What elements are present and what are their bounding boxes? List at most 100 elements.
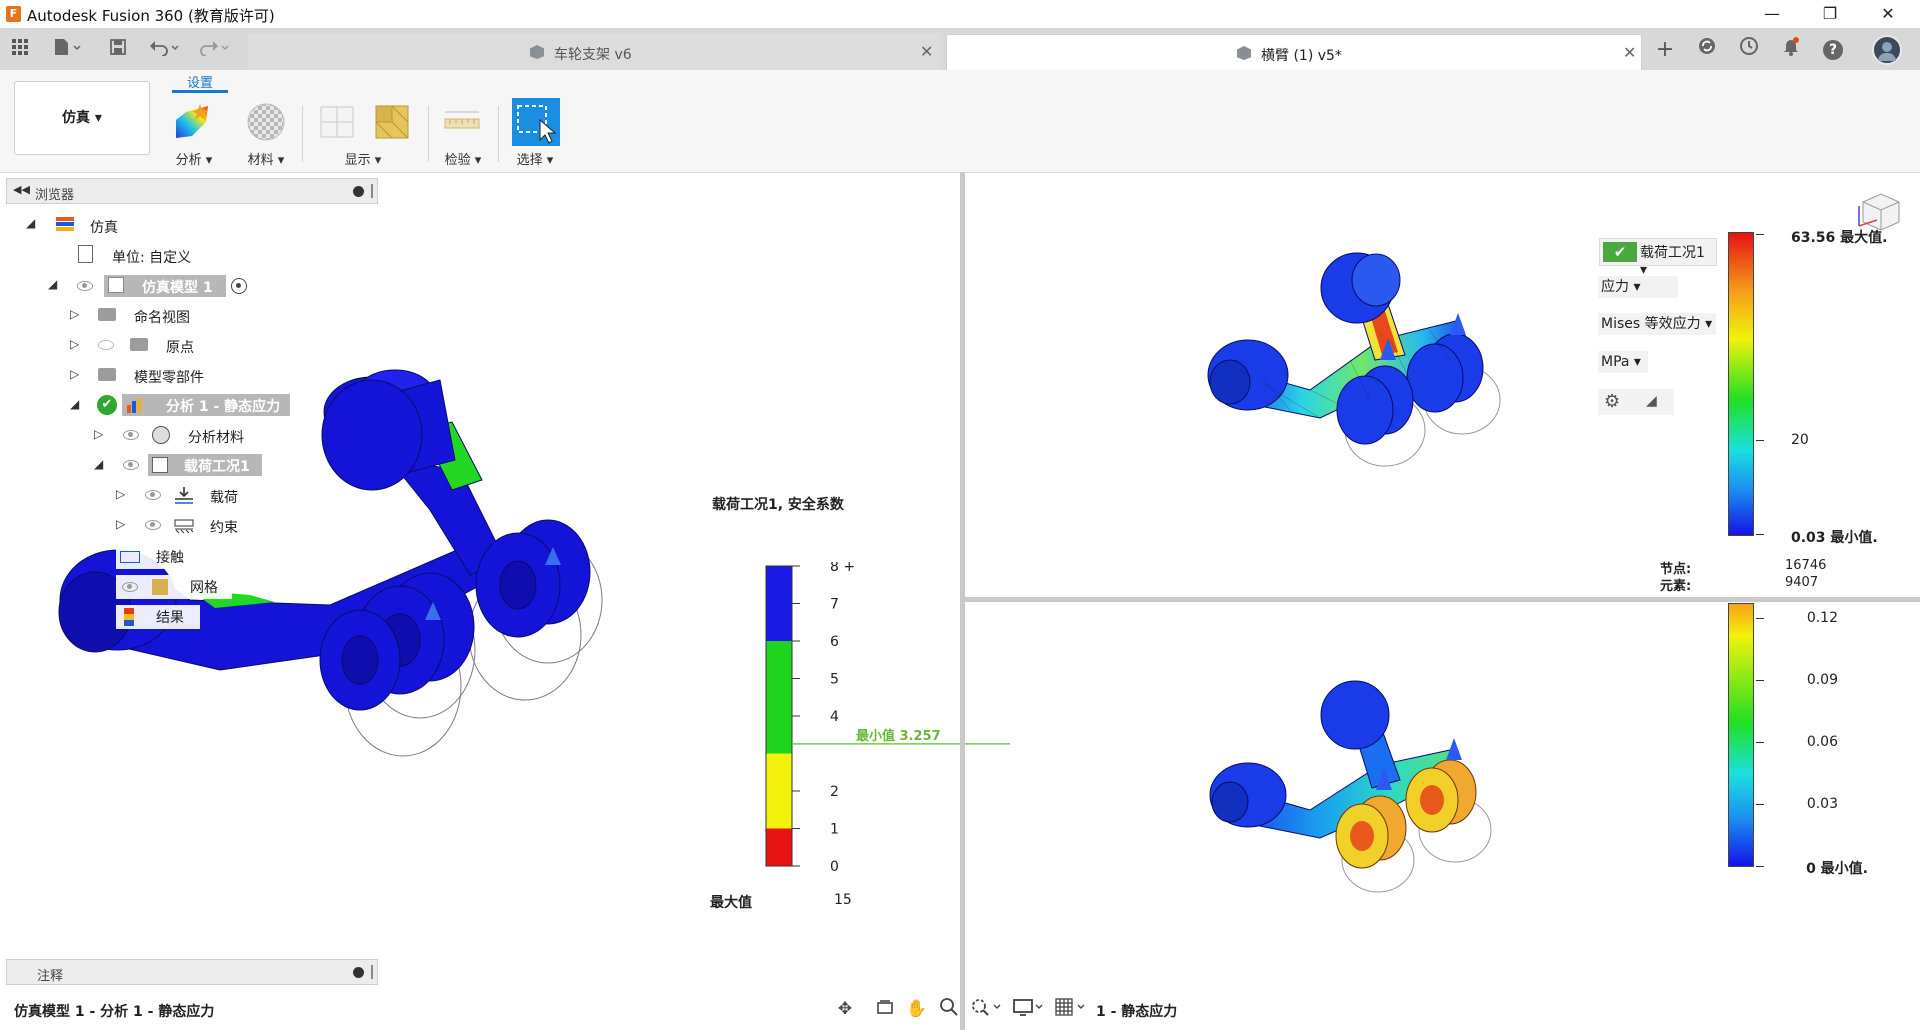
browser-pin-icon[interactable] (371, 184, 373, 198)
tree-item-study-materials[interactable]: 分析材料 (182, 426, 250, 448)
new-study-icon[interactable] (172, 102, 210, 140)
tree-item-simulation[interactable]: 仿真 (84, 216, 124, 238)
tree-item-contacts: 接触 (156, 550, 184, 566)
pan-hand-icon[interactable]: ✋ (904, 997, 930, 1021)
tree-item-constraints[interactable]: 约束 (204, 516, 244, 538)
restore-button[interactable]: ❐ (1808, 2, 1852, 26)
expand-toggle-icon[interactable]: ◢ (26, 216, 35, 230)
display-fold-icon[interactable] (372, 102, 410, 140)
stress-model-view[interactable] (1200, 240, 1530, 470)
legend-settings-gear-icon[interactable]: ⚙ (1604, 391, 1620, 412)
browser-minus-icon[interactable] (353, 186, 364, 197)
analysis-menu[interactable]: 分析 ▾ (172, 149, 216, 168)
visibility-eye-icon[interactable] (123, 460, 139, 470)
displacement-model-view[interactable] (1200, 670, 1530, 900)
tab-wheel-bracket[interactable]: 车轮支架 v6 ✕ (248, 34, 940, 70)
help-icon[interactable]: ? (1818, 36, 1848, 64)
title-bar (0, 0, 1920, 28)
tab-control-arm[interactable]: 横臂 (1) v5* ✕ (946, 34, 1642, 70)
orbit-icon[interactable]: ✥ (832, 997, 858, 1021)
visibility-eye-icon[interactable] (122, 582, 138, 592)
activate-radio-icon[interactable] (231, 278, 247, 294)
tree-item-sim-model[interactable]: 仿真模型 1 (104, 275, 226, 297)
display-layout-icon[interactable] (318, 102, 356, 140)
notes-pin-icon[interactable] (371, 965, 373, 979)
tree-item-origin[interactable]: 原点 (160, 336, 200, 358)
folder-icon (98, 368, 116, 381)
expand-toggle-icon[interactable]: ◢ (70, 397, 79, 411)
data-panel-grid-icon[interactable] (8, 38, 32, 60)
expand-toggle-icon[interactable]: ▷ (116, 517, 125, 531)
display-settings-icon[interactable] (1010, 997, 1046, 1021)
job-status-icon[interactable] (1734, 36, 1764, 64)
tree-item-analysis[interactable]: 分析 1 - 静态应力 (122, 394, 290, 416)
tab-setup[interactable]: 设置 (172, 72, 228, 93)
sim-model-icon (108, 277, 124, 293)
tree-item-loads[interactable]: 载荷 (204, 486, 244, 508)
result-component-dropdown[interactable]: Mises 等效应力 ▾ (1598, 313, 1716, 335)
expand-toggle-icon[interactable]: ▷ (116, 487, 125, 501)
close-window-button[interactable]: ✕ (1866, 2, 1910, 26)
expand-toggle-icon[interactable]: ▷ (70, 367, 79, 381)
tree-item-contacts-row[interactable]: 接触 (116, 545, 200, 569)
notes-plus-icon[interactable] (353, 967, 364, 978)
expand-toggle-icon[interactable]: ▷ (94, 427, 103, 441)
tree-item-load-case[interactable]: 载荷工况1 (148, 454, 262, 476)
grid-settings-icon[interactable] (1052, 997, 1088, 1021)
tree-item-mesh-row[interactable]: 网格 (116, 575, 232, 599)
redo-icon[interactable] (196, 38, 234, 60)
fit-zoom-icon[interactable] (968, 997, 1004, 1021)
visibility-eye-icon[interactable] (77, 281, 93, 291)
minimize-button[interactable]: — (1750, 2, 1794, 26)
load-case-dropdown[interactable]: ✔ 载荷工况1 ▾ (1599, 238, 1717, 278)
visibility-eye-icon[interactable] (145, 520, 161, 530)
expand-toggle-icon[interactable]: ▷ (70, 337, 79, 351)
legend-band-1 (766, 641, 792, 754)
legend-band-2 (766, 753, 792, 829)
expand-toggle-icon[interactable]: ◢ (94, 457, 103, 471)
materials-menu[interactable]: 材料 ▾ (244, 149, 288, 168)
extensions-icon[interactable] (1692, 36, 1722, 64)
select-menu[interactable]: 选择 ▾ (512, 149, 558, 168)
user-avatar[interactable] (1872, 35, 1902, 65)
legend-tick-label: 1 (830, 822, 839, 838)
save-icon[interactable] (106, 38, 130, 60)
close-tab-icon[interactable]: ✕ (920, 42, 933, 61)
materials-icon[interactable] (246, 102, 285, 141)
file-menu-icon[interactable] (48, 38, 86, 60)
measure-icon[interactable] (442, 102, 480, 140)
look-at-icon[interactable] (872, 997, 898, 1021)
visibility-eye-icon[interactable] (145, 490, 161, 500)
undo-icon[interactable] (146, 38, 184, 60)
zoom-icon[interactable] (936, 997, 962, 1021)
tree-item-model-components[interactable]: 模型零部件 (128, 366, 210, 388)
tree-item-results-row[interactable]: 结果 (116, 605, 200, 629)
unit-dropdown[interactable]: MPa ▾ (1598, 351, 1648, 373)
workspace-switcher-button[interactable]: 仿真 ▾ (14, 81, 150, 155)
select-icon[interactable] (512, 98, 560, 146)
result-type-dropdown[interactable]: 应力 ▾ (1598, 276, 1678, 298)
notifications-bell-icon[interactable] (1776, 36, 1806, 64)
visibility-eye-icon[interactable] (123, 430, 139, 440)
tree-item-label: 分析 1 - 静态应力 (166, 399, 281, 415)
tree-item-named-views[interactable]: 命名视图 (128, 306, 196, 328)
hidden-eye-icon[interactable] (98, 340, 114, 350)
tree-item-units[interactable]: 单位: 自定义 (106, 246, 198, 268)
notes-panel-header[interactable]: 注释 (6, 959, 378, 985)
safety-factor-model-view[interactable] (0, 340, 640, 760)
viewport-horizontal-divider[interactable] (965, 597, 1920, 602)
load-case-value: 载荷工况1 ▾ (1640, 245, 1705, 278)
expand-toggle-icon[interactable]: ▷ (70, 307, 79, 321)
displacement-color-legend (1728, 603, 1754, 867)
legend-expand-icon[interactable]: ◢ (1646, 393, 1657, 409)
ribbon-separator (498, 106, 499, 162)
expand-toggle-icon[interactable]: ◢ (48, 277, 57, 291)
new-tab-button[interactable]: + (1650, 36, 1680, 64)
inspect-menu[interactable]: 检验 ▾ (440, 149, 486, 168)
status-text: 仿真模型 1 - 分析 1 - 静态应力 (14, 1004, 215, 1020)
browser-panel-header[interactable]: ◀◀ 浏览器 (6, 178, 378, 204)
fusion-logo-icon: F (6, 6, 21, 22)
collapse-browser-icon[interactable]: ◀◀ (13, 183, 30, 196)
display-menu[interactable]: 显示 ▾ (338, 149, 388, 168)
close-tab-icon[interactable]: ✕ (1623, 43, 1636, 62)
